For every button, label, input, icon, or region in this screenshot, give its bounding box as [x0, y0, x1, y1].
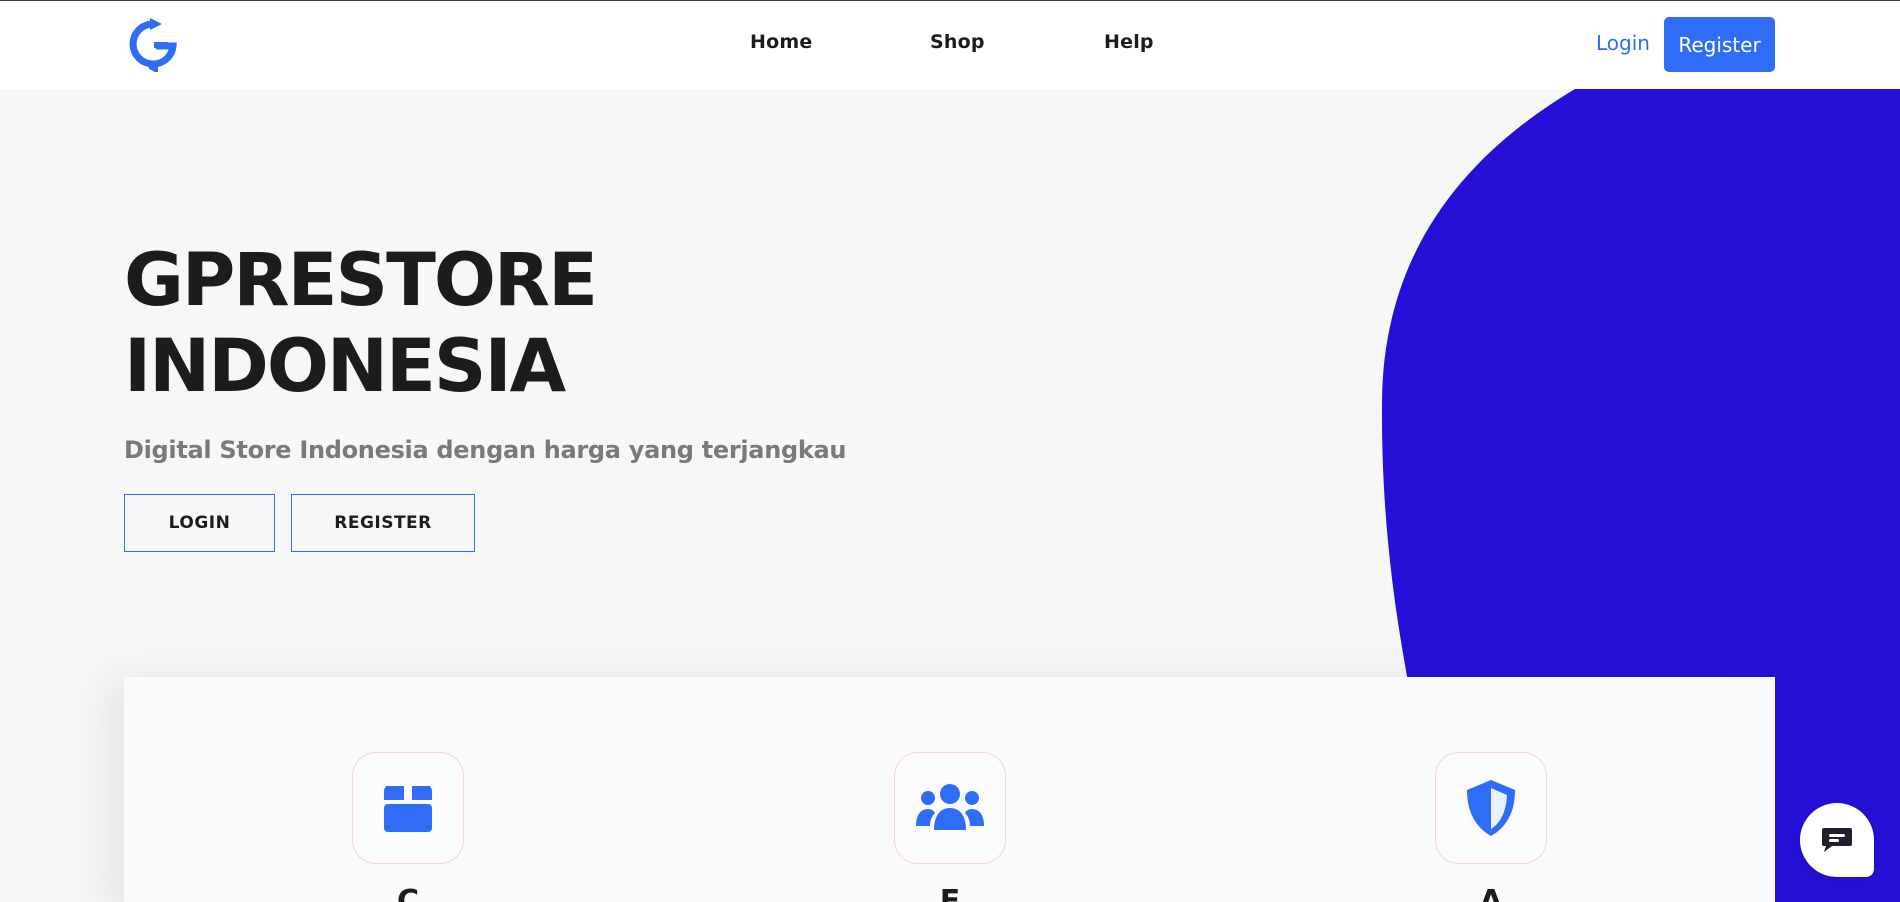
nav-help-link[interactable]: Help — [1104, 31, 1154, 53]
hero-register-button[interactable]: REGISTER — [291, 494, 475, 552]
feature-users-icon-tile — [894, 752, 1006, 864]
hero-login-button[interactable]: LOGIN — [124, 494, 275, 552]
feature-title-3: A — [1479, 884, 1503, 902]
hero-subtitle: Digital Store Indonesia dengan harga yan… — [124, 436, 847, 464]
feature-title-1: C — [396, 884, 420, 902]
hero-title-line-2: INDONESIA — [124, 324, 566, 409]
shield-icon — [1467, 780, 1515, 836]
nav-login-link[interactable]: Login — [1596, 31, 1650, 55]
hero-title-line-1: GPRESTORE — [124, 238, 598, 323]
feature-shield-icon-tile — [1435, 752, 1547, 864]
users-icon — [916, 784, 984, 830]
nav-register-button[interactable]: Register — [1664, 17, 1775, 72]
top-border — [0, 0, 1900, 1]
box-icon — [384, 786, 432, 832]
g-refresh-logo-icon[interactable] — [128, 18, 178, 74]
features-card: C E A — [124, 677, 1775, 902]
navbar: Home Shop Help Login Register — [0, 1, 1900, 89]
nav-home-link[interactable]: Home — [750, 31, 812, 53]
nav-shop-link[interactable]: Shop — [930, 31, 985, 53]
feature-title-2: E — [939, 884, 961, 902]
feature-box-icon-tile — [352, 752, 464, 864]
hero-title: GPRESTORE INDONESIA — [124, 238, 598, 410]
page: Home Shop Help Login Register GPRESTORE … — [0, 0, 1900, 902]
chat-button[interactable] — [1800, 803, 1874, 877]
chat-bubble-icon — [1822, 828, 1852, 852]
